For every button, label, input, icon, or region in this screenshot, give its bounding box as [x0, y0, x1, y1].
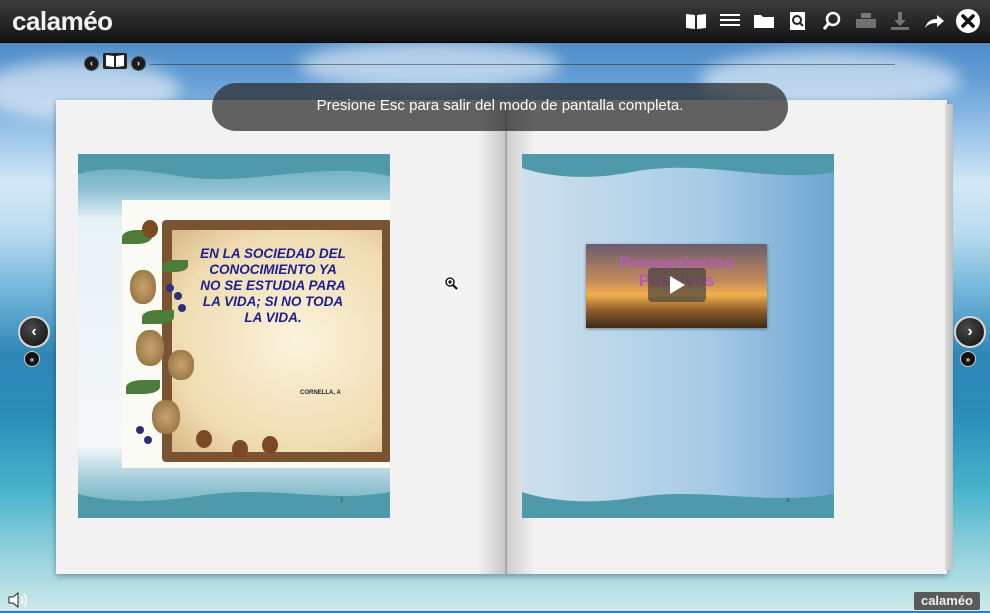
thumb-prev-button[interactable]: ‹ [84, 56, 99, 71]
download-icon[interactable] [886, 7, 914, 35]
video-thumbnail[interactable]: Pensamientos Positivos [586, 244, 767, 328]
close-icon[interactable] [954, 7, 982, 35]
play-icon [670, 276, 685, 294]
top-toolbar: calaméo [0, 0, 990, 43]
acorn [196, 430, 212, 448]
thumbnail-nav: ‹ › [84, 52, 146, 75]
page-wave-decoration [78, 154, 390, 180]
page-number: 2 [340, 498, 344, 504]
book-page-edge [945, 104, 953, 570]
calameo-logo: calaméo [12, 6, 113, 36]
share-icon[interactable] [920, 7, 948, 35]
quote-author: CORNELLA, A [300, 390, 341, 396]
thumb-next-button[interactable]: › [131, 56, 146, 71]
book-view-icon[interactable] [682, 7, 710, 35]
pine-cone [136, 330, 164, 366]
folder-icon[interactable] [750, 7, 778, 35]
list-icon[interactable] [716, 7, 744, 35]
search-page-icon[interactable] [784, 7, 812, 35]
pine-cone [152, 400, 180, 434]
page-wave-decoration [522, 154, 834, 177]
right-page[interactable]: Pensamientos Positivos 3 [522, 154, 834, 518]
left-page[interactable]: EN LA SOCIEDAD DEL CONOCIMIENTO YA NO SE… [78, 154, 390, 518]
pine-cone [168, 350, 194, 380]
berry [136, 426, 144, 434]
berry [178, 304, 186, 312]
acorn [262, 436, 278, 454]
previous-page-button[interactable]: ‹ [18, 316, 50, 348]
thumbnail-track[interactable] [150, 64, 895, 65]
berry [144, 436, 152, 444]
last-page-button[interactable]: » [960, 351, 976, 367]
zoom-icon[interactable] [818, 7, 846, 35]
next-page-button[interactable]: › [954, 316, 986, 348]
berry [166, 284, 174, 292]
leaf [142, 310, 174, 324]
berry [174, 292, 182, 300]
toolbar-icons [682, 7, 982, 35]
page-number: 3 [786, 498, 790, 504]
first-page-button[interactable]: « [24, 351, 40, 367]
quote-frame-image: EN LA SOCIEDAD DEL CONOCIMIENTO YA NO SE… [122, 200, 390, 468]
acorn [142, 220, 158, 238]
flipbook[interactable]: EN LA SOCIEDAD DEL CONOCIMIENTO YA NO SE… [56, 100, 953, 574]
calameo-badge[interactable]: calaméo [914, 592, 980, 610]
print-icon[interactable] [852, 7, 880, 35]
zoom-cursor-icon [444, 276, 458, 295]
acorn [232, 440, 248, 458]
leaf [126, 380, 160, 394]
thumb-book-icon[interactable] [102, 52, 128, 75]
pine-cone [130, 270, 156, 304]
quote-text: EN LA SOCIEDAD DEL CONOCIMIENTO YA NO SE… [200, 246, 346, 325]
sound-icon[interactable] [8, 591, 30, 613]
play-button[interactable] [648, 268, 706, 302]
leaf [162, 260, 188, 272]
fullscreen-exit-notice: Presione Esc para salir del modo de pant… [212, 83, 788, 131]
